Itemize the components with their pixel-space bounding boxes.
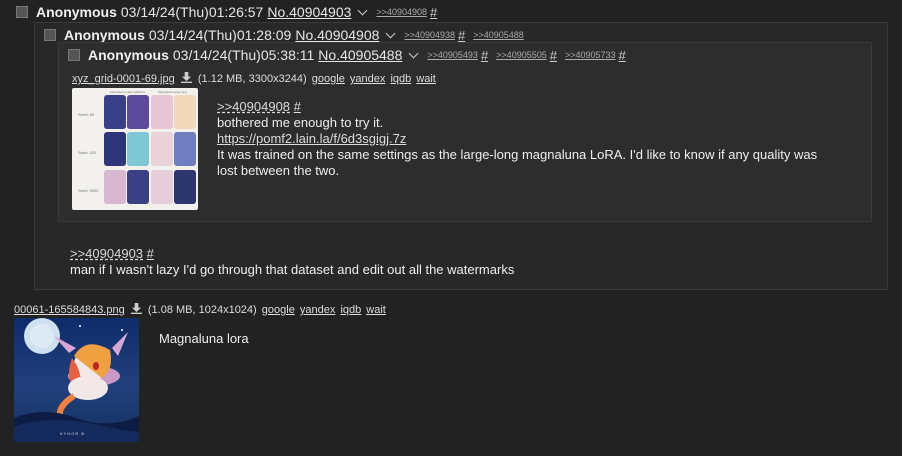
post-message: >>40904908 # bothered me enough to try i…	[217, 99, 837, 179]
grid-header-label: Magnaluna watermarkless	[110, 90, 146, 94]
backlink[interactable]: >>40904908	[376, 7, 427, 17]
xyz-grid-thumbnail[interactable]: Magnaluna watermarkless Magnaluna large …	[72, 88, 198, 210]
reply-post-header: Anonymous 03/14/24(Thu)05:38:11 No.40905…	[68, 47, 634, 63]
post-date: 03/14/24(Thu)01:26:57	[120, 4, 264, 20]
post-hash-link[interactable]: #	[619, 48, 626, 63]
wait-link[interactable]: wait	[416, 73, 436, 85]
pomf-url-link[interactable]: https://pomf2.lain.la/f/6d3sgigj.7z	[217, 131, 837, 147]
post-select-checkbox[interactable]	[68, 49, 80, 61]
poster-name: Anonymous	[88, 47, 169, 63]
chevron-down-icon[interactable]	[408, 48, 419, 59]
chevron-down-icon[interactable]	[385, 28, 396, 39]
post-select-checkbox[interactable]	[44, 29, 56, 41]
post-date: 03/14/24(Thu)01:28:09	[148, 27, 292, 43]
post-hash-link[interactable]: #	[458, 28, 465, 43]
post-number-link[interactable]: No.40905488	[318, 47, 402, 63]
iqdb-search-link[interactable]: iqdb	[340, 304, 361, 316]
poster-name: Anonymous	[64, 27, 145, 43]
file-size-dimensions: (1.12 MB, 3300x3244)	[197, 73, 307, 85]
quote-link[interactable]: >>40904903	[70, 246, 143, 261]
grid-header-label: Magnaluna large long	[158, 90, 187, 94]
google-search-link[interactable]: google	[262, 304, 295, 316]
post-number-link[interactable]: No.40904903	[267, 4, 351, 20]
backlink[interactable]: >>40905505	[496, 50, 547, 60]
iqdb-search-link[interactable]: iqdb	[390, 73, 411, 85]
yandex-search-link[interactable]: yandex	[350, 73, 385, 85]
download-icon[interactable]	[180, 72, 192, 83]
grid-row-label: Seed: 69	[78, 112, 95, 117]
post-number-link[interactable]: No.40904908	[295, 27, 379, 43]
image-watermark: KYHOR B	[60, 431, 86, 436]
post-hash-link[interactable]: #	[550, 48, 557, 63]
chevron-down-icon[interactable]	[357, 5, 368, 16]
quote-link[interactable]: >>40904908	[217, 99, 290, 114]
backlink[interactable]: >>40905733	[565, 50, 616, 60]
file-name-link[interactable]: 00061-165584843.png	[14, 304, 125, 316]
pony-illustration	[14, 318, 139, 442]
backlink[interactable]: >>40904938	[404, 30, 455, 40]
post-hash-link[interactable]: #	[481, 48, 488, 63]
grid-row-label: Seed: 420	[78, 150, 97, 155]
quote-hash-link[interactable]: #	[147, 246, 154, 261]
poster-name: Anonymous	[36, 4, 117, 20]
reply-post-header: Anonymous 03/14/24(Thu)01:28:09 No.40904…	[44, 27, 527, 43]
yandex-search-link[interactable]: yandex	[300, 304, 335, 316]
pony-image-thumbnail[interactable]: KYHOR B	[14, 318, 139, 442]
file-info: xyz_grid-0001-69.jpg (1.12 MB, 3300x3244…	[72, 72, 436, 85]
message-text: man if I wasn't lazy I'd go through that…	[70, 262, 515, 277]
file-size-dimensions: (1.08 MB, 1024x1024)	[147, 304, 257, 316]
post-message: >>40904903 # man if I wasn't lazy I'd go…	[70, 246, 514, 278]
wait-link[interactable]: wait	[366, 304, 386, 316]
post-select-checkbox[interactable]	[16, 6, 28, 18]
download-icon[interactable]	[130, 303, 142, 314]
quote-hash-link[interactable]: #	[294, 99, 301, 114]
post-date: 03/14/24(Thu)05:38:11	[172, 47, 315, 63]
op-post-header: Anonymous 03/14/24(Thu)01:26:57 No.40904…	[16, 4, 445, 20]
grid-row-label: Seed: 9000	[78, 188, 99, 193]
post-message: Magnaluna lora	[159, 331, 249, 346]
message-line: bothered me enough to try it.	[217, 115, 384, 130]
file-info: 00061-165584843.png (1.08 MB, 1024x1024)…	[14, 303, 386, 316]
google-search-link[interactable]: google	[312, 73, 345, 85]
backlink[interactable]: >>40905488	[473, 30, 524, 40]
backlink[interactable]: >>40905493	[427, 50, 478, 60]
post-hash-link[interactable]: #	[430, 5, 437, 20]
message-line: It was trained on the same settings as t…	[217, 147, 818, 178]
inline-reply-post-40905488: Anonymous 03/14/24(Thu)05:38:11 No.40905…	[58, 42, 872, 222]
file-name-link[interactable]: xyz_grid-0001-69.jpg	[72, 73, 175, 85]
